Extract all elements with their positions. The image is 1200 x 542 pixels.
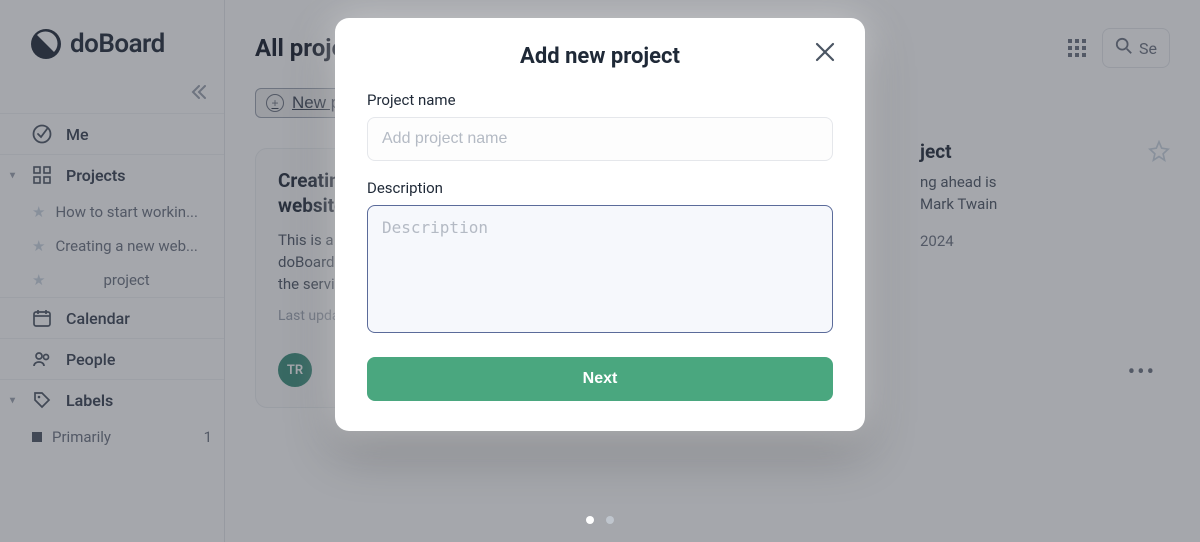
project-name-label: Project name [367, 91, 833, 109]
description-label: Description [367, 179, 833, 197]
project-name-input[interactable] [367, 117, 833, 161]
next-button[interactable]: Next [367, 357, 833, 401]
dot [606, 516, 614, 524]
modal-overlay: Add new project Project name Description… [0, 0, 1200, 542]
pagination-dots [586, 516, 614, 524]
dot-active [586, 516, 594, 524]
description-input[interactable] [367, 205, 833, 333]
add-project-modal: Add new project Project name Description… [335, 18, 865, 431]
modal-title: Add new project [367, 44, 833, 69]
close-icon[interactable] [813, 40, 839, 66]
